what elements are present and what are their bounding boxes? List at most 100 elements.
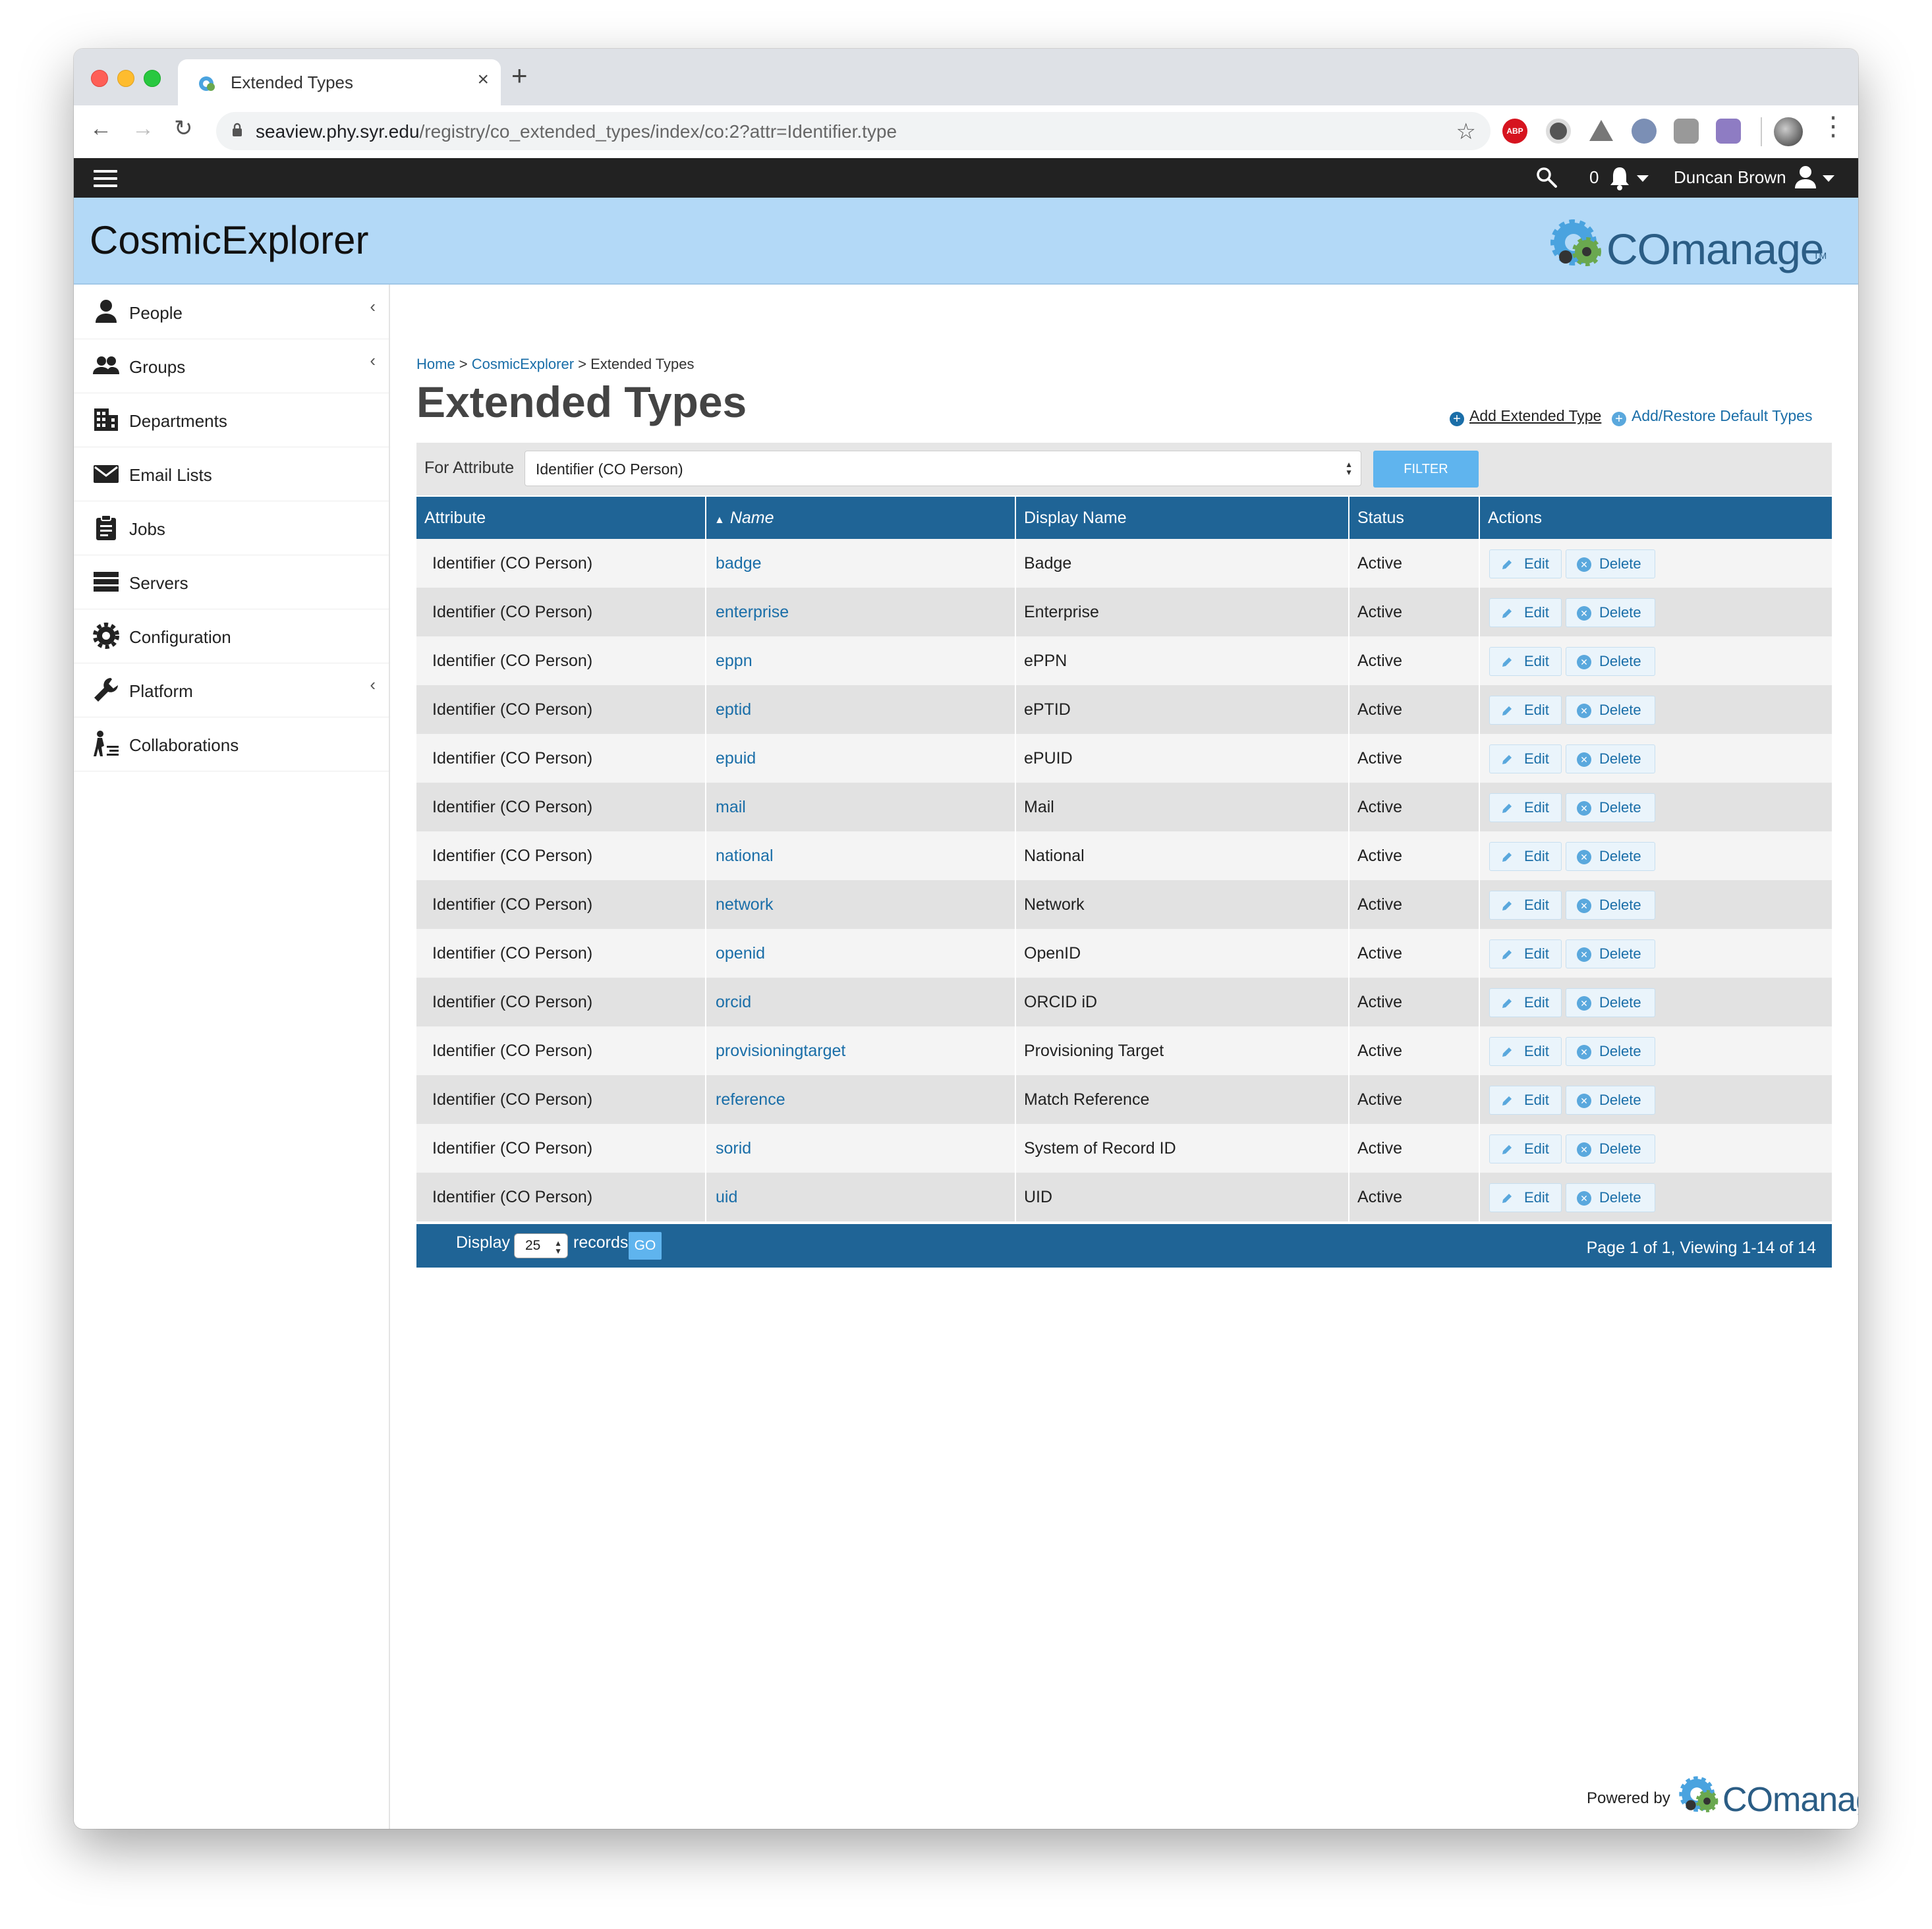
edit-button[interactable]: Edit — [1489, 939, 1562, 968]
extension-icon[interactable] — [1546, 119, 1571, 144]
sidebar-item-jobs[interactable]: Jobs — [74, 501, 389, 555]
edit-button[interactable]: Edit — [1489, 1086, 1562, 1115]
reload-icon[interactable]: ↻ — [174, 117, 193, 140]
edit-button[interactable]: Edit — [1489, 1183, 1562, 1212]
browser-tab[interactable]: Extended Types × — [178, 59, 501, 105]
cell-actions: Edit ✕ Delete — [1480, 1026, 1832, 1075]
url-text[interactable]: seaview.phy.syr.edu/registry/co_extended… — [256, 121, 897, 142]
edit-button[interactable]: Edit — [1489, 1134, 1562, 1163]
column-header-status[interactable]: Status — [1350, 497, 1480, 539]
sidebar-item-email-lists[interactable]: Email Lists — [74, 447, 389, 501]
user-icon[interactable] — [1794, 165, 1817, 190]
cell-name-link[interactable]: eppn — [706, 636, 1016, 685]
address-bar[interactable]: seaview.phy.syr.edu/registry/co_extended… — [216, 112, 1491, 150]
delete-button[interactable]: ✕ Delete — [1566, 939, 1655, 968]
cell-name-link[interactable]: eptid — [706, 685, 1016, 734]
cell-name-link[interactable]: reference — [706, 1075, 1016, 1124]
edit-button[interactable]: Edit — [1489, 549, 1562, 578]
attribute-select[interactable]: Identifier (CO Person) ▲ ▼ — [525, 451, 1361, 486]
edit-button[interactable]: Edit — [1489, 891, 1562, 920]
sidebar-item-collaborations[interactable]: Collaborations — [74, 717, 389, 771]
extension-icon[interactable] — [1716, 119, 1741, 144]
page-title: Extended Types — [416, 377, 747, 426]
edit-button[interactable]: Edit — [1489, 1037, 1562, 1066]
delete-button[interactable]: ✕ Delete — [1566, 696, 1655, 725]
delete-button[interactable]: ✕ Delete — [1566, 1037, 1655, 1066]
delete-button[interactable]: ✕ Delete — [1566, 549, 1655, 578]
column-header-name[interactable]: ▲ Name — [706, 497, 1016, 539]
restore-default-types-link[interactable]: + Add/Restore Default Types — [1612, 407, 1812, 426]
bell-icon[interactable] — [1608, 165, 1632, 191]
edit-button[interactable]: Edit — [1489, 598, 1562, 627]
edit-button[interactable]: Edit — [1489, 842, 1562, 871]
delete-button[interactable]: ✕ Delete — [1566, 793, 1655, 822]
search-icon[interactable] — [1535, 166, 1558, 188]
cell-display-name: National — [1016, 831, 1350, 880]
cell-name-link[interactable]: openid — [706, 929, 1016, 978]
user-name[interactable]: Duncan Brown — [1674, 167, 1786, 188]
user-dropdown-icon[interactable] — [1823, 175, 1834, 182]
notification-count[interactable]: 0 — [1589, 167, 1599, 188]
column-header-display-name[interactable]: Display Name — [1016, 497, 1350, 539]
delete-button[interactable]: ✕ Delete — [1566, 598, 1655, 627]
cell-name-link[interactable]: orcid — [706, 978, 1016, 1026]
filter-button[interactable]: FILTER — [1373, 451, 1479, 488]
cell-attribute: Identifier (CO Person) — [416, 831, 706, 880]
edit-button[interactable]: Edit — [1489, 696, 1562, 725]
cell-name-link[interactable]: mail — [706, 783, 1016, 831]
sidebar-item-people[interactable]: People ‹ — [74, 285, 389, 339]
back-arrow-icon[interactable]: ← — [90, 117, 112, 140]
browser-menu-icon[interactable]: ⋮ — [1820, 113, 1846, 140]
breadcrumb-home-link[interactable]: Home — [416, 356, 455, 372]
drive-extension-icon[interactable] — [1589, 120, 1613, 141]
sidebar-item-groups[interactable]: Groups ‹ — [74, 339, 389, 393]
breadcrumb-co-link[interactable]: CosmicExplorer — [472, 356, 574, 372]
edit-button[interactable]: Edit — [1489, 988, 1562, 1017]
delete-button[interactable]: ✕ Delete — [1566, 744, 1655, 773]
page-size-select[interactable]: 25 ▲ ▼ — [514, 1233, 568, 1258]
forward-arrow-icon[interactable]: → — [132, 117, 154, 140]
chevron-left-icon[interactable]: ‹ — [370, 296, 376, 317]
column-header-attribute[interactable]: Attribute — [416, 497, 706, 539]
cell-name-link[interactable]: enterprise — [706, 588, 1016, 636]
add-extended-type-link[interactable]: + Add Extended Type — [1450, 407, 1601, 426]
cell-name-link[interactable]: badge — [706, 539, 1016, 588]
chevron-left-icon[interactable]: ‹ — [370, 350, 376, 371]
close-window-button[interactable] — [91, 70, 108, 87]
tab-close-icon[interactable]: × — [477, 69, 489, 91]
cell-name-link[interactable]: provisioningtarget — [706, 1026, 1016, 1075]
edit-button[interactable]: Edit — [1489, 647, 1562, 676]
profile-avatar[interactable] — [1774, 117, 1803, 146]
delete-button[interactable]: ✕ Delete — [1566, 647, 1655, 676]
new-tab-button[interactable]: + — [511, 62, 528, 90]
adblock-extension-icon[interactable]: ABP — [1502, 119, 1527, 144]
delete-button[interactable]: ✕ Delete — [1566, 1134, 1655, 1163]
extension-icon[interactable] — [1632, 119, 1657, 144]
delete-button[interactable]: ✕ Delete — [1566, 842, 1655, 871]
delete-button[interactable]: ✕ Delete — [1566, 988, 1655, 1017]
extension-icon[interactable] — [1674, 119, 1699, 144]
go-button[interactable]: GO — [629, 1232, 662, 1260]
edit-button-label: Edit — [1524, 848, 1549, 864]
delete-button[interactable]: ✕ Delete — [1566, 1086, 1655, 1115]
cell-name-link[interactable]: epuid — [706, 734, 1016, 783]
hamburger-menu-icon[interactable] — [94, 170, 117, 187]
edit-button[interactable]: Edit — [1489, 793, 1562, 822]
notifications-dropdown-icon[interactable] — [1637, 175, 1649, 182]
edit-button[interactable]: Edit — [1489, 744, 1562, 773]
minimize-window-button[interactable] — [117, 70, 134, 87]
sidebar-item-departments[interactable]: Departments — [74, 393, 389, 447]
sidebar-item-servers[interactable]: Servers — [74, 555, 389, 609]
sidebar-item-configuration[interactable]: Configuration — [74, 609, 389, 663]
maximize-window-button[interactable] — [144, 70, 161, 87]
delete-button[interactable]: ✕ Delete — [1566, 1183, 1655, 1212]
delete-button[interactable]: ✕ Delete — [1566, 891, 1655, 920]
chevron-left-icon[interactable]: ‹ — [370, 675, 376, 695]
cell-name-link[interactable]: national — [706, 831, 1016, 880]
cell-actions: Edit ✕ Delete — [1480, 1075, 1832, 1124]
sidebar-item-platform[interactable]: Platform ‹ — [74, 663, 389, 717]
cell-name-link[interactable]: network — [706, 880, 1016, 929]
cell-name-link[interactable]: sorid — [706, 1124, 1016, 1173]
bookmark-star-icon[interactable]: ☆ — [1456, 119, 1476, 145]
cell-name-link[interactable]: uid — [706, 1173, 1016, 1221]
